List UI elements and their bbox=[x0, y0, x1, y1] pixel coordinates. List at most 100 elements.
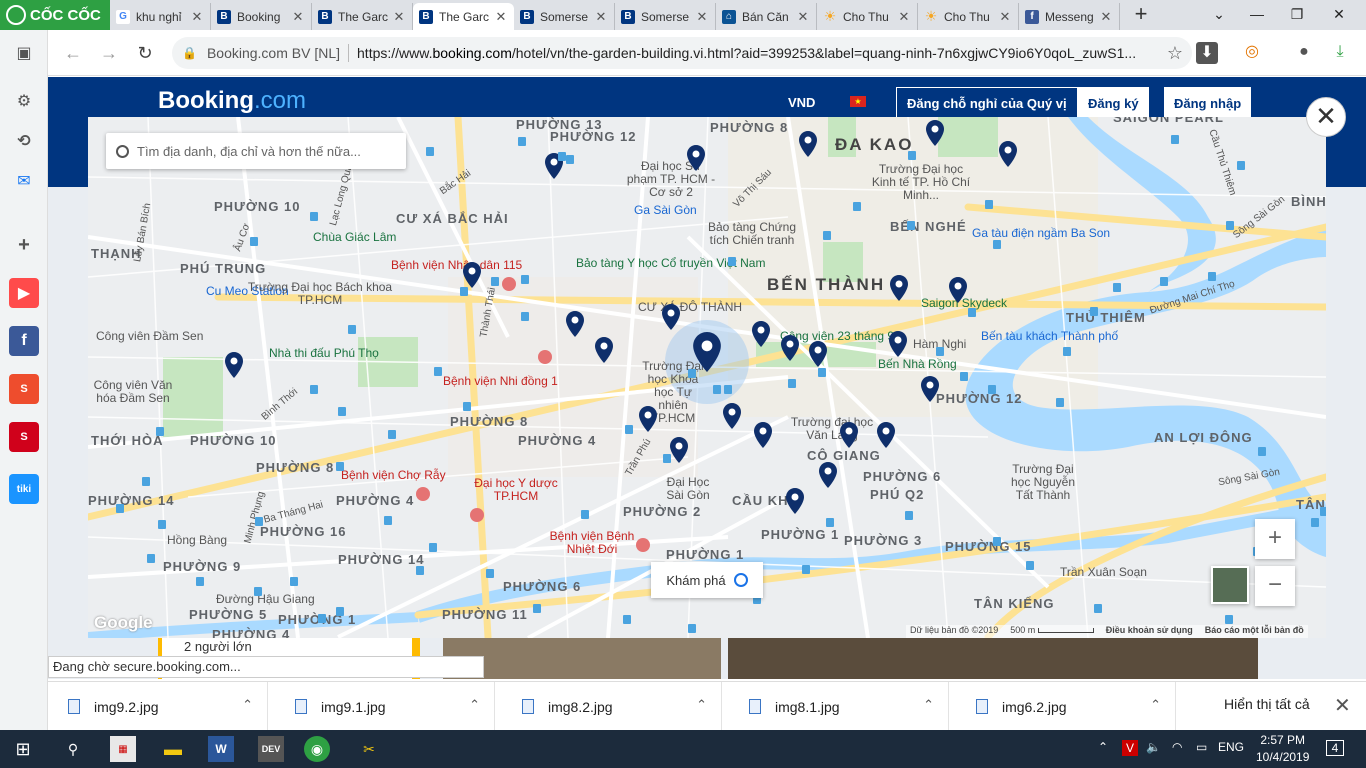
login-button[interactable]: Đăng nhập bbox=[1164, 87, 1252, 119]
hotel-pin-icon[interactable] bbox=[670, 437, 688, 463]
forward-button[interactable]: → bbox=[96, 40, 122, 66]
tab[interactable]: ⌂ Bán Căn ✕ bbox=[716, 3, 817, 30]
close-window-button[interactable]: ✕ bbox=[1320, 0, 1358, 28]
hotel-pin-icon[interactable] bbox=[225, 352, 243, 378]
youtube-icon[interactable]: ▶ bbox=[9, 278, 39, 308]
tab-close-icon[interactable]: ✕ bbox=[494, 9, 508, 25]
download-item[interactable]: img9.1.jpg ⌃ bbox=[275, 682, 495, 731]
battery-icon[interactable]: ▭ bbox=[1196, 740, 1207, 754]
hotel-pin-icon[interactable] bbox=[949, 277, 967, 303]
download-item[interactable]: img6.2.jpg ⌃ bbox=[956, 682, 1176, 731]
currency-selector[interactable]: VND bbox=[788, 95, 815, 110]
tab-search-icon[interactable]: ⌄ bbox=[1200, 0, 1238, 28]
terms-link[interactable]: Điều khoản sử dụng bbox=[1106, 625, 1193, 638]
report-error-link[interactable]: Báo cáo một lỗi bản đồ bbox=[1205, 625, 1304, 638]
hotel-pin-icon[interactable] bbox=[819, 462, 837, 488]
hotel-pin-icon[interactable] bbox=[723, 403, 741, 429]
tab-close-icon[interactable]: ✕ bbox=[594, 9, 608, 25]
add-panel-icon[interactable]: + bbox=[9, 230, 39, 260]
new-tab-button[interactable]: + bbox=[1128, 3, 1154, 27]
hotel-pin-icon[interactable] bbox=[786, 488, 804, 514]
chevron-up-icon[interactable]: ⌃ bbox=[696, 697, 707, 713]
coccoc-download-icon[interactable]: ⤓ bbox=[1326, 38, 1354, 66]
download-save-icon[interactable]: ⬇ bbox=[1196, 42, 1218, 64]
hotel-pin-icon[interactable] bbox=[463, 262, 481, 288]
reload-button[interactable]: ↻ bbox=[132, 40, 158, 66]
tray-up-icon[interactable]: ⌃ bbox=[1098, 740, 1108, 754]
devcpp-icon[interactable]: DEV bbox=[258, 736, 284, 762]
star-icon[interactable]: ☆ bbox=[1158, 43, 1192, 64]
hotel-pin-icon[interactable] bbox=[687, 145, 705, 171]
facebook-icon[interactable]: f bbox=[9, 326, 39, 356]
zoom-out-button[interactable]: − bbox=[1255, 566, 1295, 606]
show-all-downloads-button[interactable]: Hiển thị tất cả bbox=[1224, 696, 1310, 712]
clock[interactable]: 2:57 PM 10/4/2019 bbox=[1256, 732, 1309, 766]
history-icon[interactable]: ⟲ bbox=[9, 126, 39, 156]
hotel-pin-icon[interactable] bbox=[595, 337, 613, 363]
map-search-input[interactable]: Tìm địa danh, địa chỉ và hơn thế nữa... bbox=[106, 133, 406, 169]
chevron-up-icon[interactable]: ⌃ bbox=[469, 697, 480, 713]
tab-close-icon[interactable]: ✕ bbox=[695, 9, 709, 25]
selected-hotel-pin-icon[interactable] bbox=[693, 332, 721, 372]
tab[interactable]: ☀ Cho Thu ✕ bbox=[817, 3, 918, 30]
hotel-pin-icon[interactable] bbox=[799, 131, 817, 157]
list-property-button[interactable]: Đăng chỗ nghỉ của Quý vị bbox=[896, 87, 1078, 119]
profile-avatar[interactable]: ● bbox=[1290, 38, 1318, 66]
antivirus-icon[interactable]: V bbox=[1122, 740, 1138, 756]
notifications-icon[interactable]: 4 bbox=[1326, 740, 1344, 756]
tab-close-icon[interactable]: ✕ bbox=[796, 9, 810, 25]
hotel-pin-icon[interactable] bbox=[639, 406, 657, 432]
chevron-up-icon[interactable]: ⌃ bbox=[242, 697, 253, 713]
windows-start-icon[interactable]: ⊞ bbox=[10, 736, 36, 762]
back-button[interactable]: ← bbox=[60, 40, 86, 66]
tab-close-icon[interactable]: ✕ bbox=[897, 9, 911, 25]
tools-icon[interactable]: ✂ bbox=[356, 736, 382, 762]
hotel-pin-icon[interactable] bbox=[754, 422, 772, 448]
address-bar[interactable]: 🔒 Booking.com BV [NL] https://www.bookin… bbox=[172, 37, 1192, 69]
hotel-pin-icon[interactable] bbox=[662, 304, 680, 330]
map[interactable]: PHƯỜNG 13 PHƯỜNG 12 PHƯỜNG 8 ĐA KAO SAIGON P… bbox=[88, 117, 1326, 638]
sidebar-panel-icon[interactable]: ▣ bbox=[9, 38, 39, 68]
zoom-in-button[interactable]: + bbox=[1255, 519, 1295, 559]
tab[interactable]: B Booking ✕ bbox=[211, 3, 312, 30]
settings-icon[interactable]: ⚙ bbox=[9, 86, 39, 116]
hotel-pin-icon[interactable] bbox=[926, 120, 944, 146]
hotel-photo[interactable] bbox=[443, 637, 721, 679]
tab[interactable]: B The Garc ✕ bbox=[413, 3, 514, 30]
tiki-icon[interactable]: tiki bbox=[9, 474, 39, 504]
close-map-button[interactable]: ✕ bbox=[1306, 97, 1346, 137]
shopee-icon[interactable]: S bbox=[9, 374, 39, 404]
hotel-pin-icon[interactable] bbox=[566, 311, 584, 337]
hotel-pin-icon[interactable] bbox=[809, 341, 827, 367]
booking-logo[interactable]: Booking.com bbox=[158, 87, 306, 115]
satellite-toggle[interactable] bbox=[1211, 566, 1249, 604]
chevron-up-icon[interactable]: ⌃ bbox=[1150, 697, 1161, 713]
url-text[interactable]: https://www.booking.com/hotel/vn/the-gar… bbox=[357, 45, 1158, 61]
browser-brand[interactable]: CỐC CỐC bbox=[0, 0, 110, 30]
explore-button[interactable]: Khám phá bbox=[651, 562, 763, 598]
tab[interactable]: B Somerse ✕ bbox=[615, 3, 716, 30]
tab[interactable]: f Messeng ✕ bbox=[1019, 3, 1120, 30]
app-icon[interactable]: ▦ bbox=[110, 736, 136, 762]
hotel-pin-icon[interactable] bbox=[752, 321, 770, 347]
hotel-pin-icon[interactable] bbox=[921, 376, 939, 402]
hotel-pin-icon[interactable] bbox=[890, 275, 908, 301]
close-downloads-icon[interactable]: ✕ bbox=[1334, 693, 1351, 718]
coccoc-taskbar-icon[interactable]: ◉ bbox=[304, 736, 330, 762]
hotel-pin-icon[interactable] bbox=[999, 141, 1017, 167]
minimize-button[interactable]: — bbox=[1238, 0, 1276, 28]
file-explorer-icon[interactable]: ▬ bbox=[160, 736, 186, 762]
tab-close-icon[interactable]: ✕ bbox=[291, 9, 305, 25]
download-item[interactable]: img9.2.jpg ⌃ bbox=[48, 682, 268, 731]
input-language[interactable]: ENG bbox=[1218, 740, 1244, 754]
chevron-up-icon[interactable]: ⌃ bbox=[923, 697, 934, 713]
tab[interactable]: ☀ Cho Thu ✕ bbox=[918, 3, 1019, 30]
download-item[interactable]: img8.1.jpg ⌃ bbox=[729, 682, 949, 731]
hotel-pin-icon[interactable] bbox=[781, 335, 799, 361]
tab-close-icon[interactable]: ✕ bbox=[190, 9, 204, 25]
volume-icon[interactable]: 🔈 bbox=[1146, 740, 1161, 754]
hotel-pin-icon[interactable] bbox=[889, 331, 907, 357]
tab-close-icon[interactable]: ✕ bbox=[998, 9, 1012, 25]
search-icon[interactable]: ⚲ bbox=[60, 736, 86, 762]
messenger-icon[interactable]: ✉ bbox=[9, 166, 39, 196]
